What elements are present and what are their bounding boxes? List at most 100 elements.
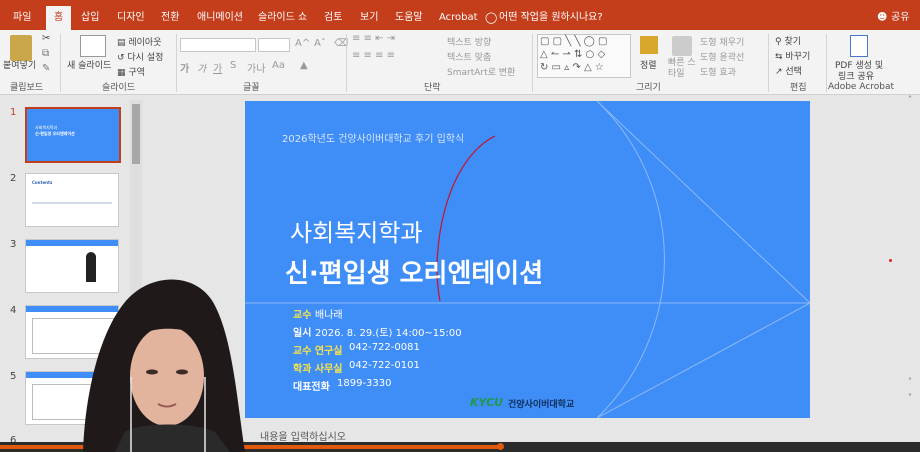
tab-transitions[interactable]: 전환 bbox=[161, 8, 179, 28]
reset-label: 다시 설정 bbox=[127, 53, 164, 63]
webcam-presenter bbox=[83, 279, 245, 452]
replace-button[interactable]: ⇆ 바꾸기 bbox=[775, 49, 810, 62]
select-button[interactable]: ↗ 선택 bbox=[775, 64, 802, 77]
cut-icon[interactable]: ✂ bbox=[42, 33, 50, 44]
slide-number: 3 bbox=[10, 239, 17, 250]
tab-file[interactable]: 파일 bbox=[13, 8, 31, 28]
ribbon-divider bbox=[532, 34, 533, 92]
slide-number: 5 bbox=[10, 371, 17, 382]
layout-label: 레이아웃 bbox=[128, 38, 162, 48]
share-button[interactable]: 공유 bbox=[891, 8, 909, 28]
group-label-font: 글꼴 bbox=[243, 83, 260, 93]
shapes-gallery[interactable]: ▢ ▢ ╲ ╲ ◯ ▢ △ ↼ ⇀ ⇅ ○ ◇ ↻ ▭ ▵ ↷ △ ☆ bbox=[537, 34, 631, 78]
arrange-icon[interactable] bbox=[640, 36, 658, 54]
info-value-dept-office: 042-722-0101 bbox=[349, 360, 420, 371]
tell-me-search[interactable]: 어떤 작업을 원하시나요? bbox=[499, 8, 603, 28]
ribbon-divider bbox=[176, 34, 177, 92]
select-label: 선택 bbox=[785, 67, 802, 77]
tab-design[interactable]: 디자인 bbox=[117, 8, 145, 28]
shape-fill-button[interactable]: 도형 채우기 bbox=[700, 35, 744, 48]
change-case-button[interactable]: Aa bbox=[272, 60, 285, 71]
slide-thumbnail-2[interactable]: Contents bbox=[25, 173, 119, 227]
font-size-box[interactable] bbox=[258, 38, 290, 52]
section-button[interactable]: ▦ 구역 bbox=[117, 65, 145, 78]
slide-thumbnail-1[interactable]: 사회복지학과 신·편입생 오리엔테이션 bbox=[25, 107, 121, 163]
copy-icon[interactable]: ⧉ bbox=[42, 48, 49, 59]
shape-effects-button[interactable]: 도형 효과 bbox=[700, 65, 736, 78]
new-slide-button[interactable]: 새 슬라이드 bbox=[67, 58, 111, 71]
ribbon-divider bbox=[346, 34, 347, 92]
tab-help[interactable]: 도움말 bbox=[395, 8, 423, 28]
paste-button[interactable]: 붙여넣기 bbox=[3, 58, 36, 71]
university-logo-mark: KYCU bbox=[470, 396, 504, 409]
right-scroll-area[interactable]: ˄ ˄ ˅ bbox=[900, 95, 920, 452]
text-direction-button[interactable]: 텍스트 방향 bbox=[447, 35, 491, 48]
group-label-editing: 편집 bbox=[790, 83, 807, 93]
shapes-row-icons: ▢ ▢ ╲ ╲ ◯ ▢ △ ↼ ⇀ ⇅ ○ ◇ ↻ ▭ ▵ ↷ △ ☆ bbox=[540, 36, 608, 73]
strikethrough-button[interactable]: S bbox=[230, 60, 236, 71]
smartart-button[interactable]: SmartArt로 변환 bbox=[447, 65, 515, 78]
thumb-header-bar bbox=[26, 240, 118, 246]
share-link-button[interactable]: 링크 공유 bbox=[838, 69, 874, 82]
scroll-down-icon[interactable]: ˅ bbox=[908, 393, 912, 402]
group-label-paragraph: 단락 bbox=[424, 83, 441, 93]
collapse-ribbon-icon[interactable]: ˄ bbox=[908, 95, 912, 104]
character-spacing-button[interactable]: 가나 bbox=[247, 60, 265, 75]
scroll-up-icon[interactable]: ˄ bbox=[908, 377, 912, 386]
info-value-professor: 배나래 bbox=[315, 310, 343, 321]
slide-year-line: 2026학년도 건양사이버대학교 후기 입학식 bbox=[282, 134, 465, 145]
underline-button[interactable]: 가 bbox=[213, 60, 222, 75]
shape-outline-button[interactable]: 도형 윤곽선 bbox=[700, 50, 744, 63]
slide-canvas[interactable]: 2026학년도 건양사이버대학교 후기 입학식 사회복지학과 신·편입생 오리엔… bbox=[245, 101, 810, 418]
layout-button[interactable]: ▤ 레이아웃 bbox=[117, 35, 162, 48]
tab-slideshow[interactable]: 슬라이드 쇼 bbox=[258, 8, 307, 28]
video-scrubber-handle[interactable] bbox=[497, 443, 504, 450]
tab-acrobat[interactable]: Acrobat bbox=[439, 8, 478, 28]
arrange-button[interactable]: 정렬 bbox=[640, 58, 657, 71]
info-label-professor: 교수 bbox=[293, 310, 312, 321]
notes-pane[interactable]: 내용을 입력하십시오 bbox=[245, 428, 810, 443]
info-value-main-phone: 1899-3330 bbox=[337, 378, 392, 389]
tab-review[interactable]: 검토 bbox=[324, 8, 342, 28]
quick-styles-icon[interactable] bbox=[672, 36, 692, 56]
tab-animations[interactable]: 애니메이션 bbox=[197, 8, 243, 28]
shrink-font-icon[interactable]: Aˇ bbox=[314, 38, 326, 49]
find-label: 찾기 bbox=[784, 37, 802, 47]
tab-insert[interactable]: 삽입 bbox=[81, 8, 99, 28]
group-label-acrobat: Adobe Acrobat bbox=[828, 82, 895, 92]
slide-number: 1 bbox=[10, 107, 17, 118]
info-label-dept-office: 학과 사무실 bbox=[293, 364, 343, 375]
italic-button[interactable]: 가 bbox=[197, 60, 206, 75]
thumb-contents-rule bbox=[32, 202, 112, 204]
ribbon: 붙여넣기 ✂ ⧉ ✎ 클립보드 새 슬라이드 ▤ 레이아웃 ↺ 다시 설정 ▦ … bbox=[0, 30, 920, 95]
university-logo-text: 건양사이버대학교 bbox=[508, 400, 575, 410]
align-icons[interactable]: ≡ ≡ ≡ ≡ bbox=[352, 50, 395, 61]
group-label-drawing: 그리기 bbox=[636, 83, 661, 93]
quick-styles-button[interactable]: 빠른 스타일 bbox=[668, 58, 696, 80]
group-label-slides: 슬라이드 bbox=[102, 83, 136, 93]
ribbon-divider bbox=[826, 34, 827, 92]
find-button[interactable]: ⚲ 찾기 bbox=[775, 34, 801, 47]
tab-view[interactable]: 보기 bbox=[360, 8, 378, 28]
laser-pointer-dot bbox=[889, 259, 892, 262]
thumb-title-line2: 신·편입생 오리엔테이션 bbox=[35, 131, 75, 136]
grow-font-icon[interactable]: A^ bbox=[295, 38, 310, 49]
person-icon: ☻ bbox=[877, 12, 888, 23]
notes-placeholder: 내용을 입력하십시오 bbox=[260, 432, 346, 443]
slide-title-dept: 사회복지학과 bbox=[290, 219, 423, 247]
tab-home[interactable]: 홈 bbox=[46, 6, 72, 30]
font-name-box[interactable] bbox=[180, 38, 256, 52]
font-color-icon[interactable]: ▲ bbox=[300, 60, 308, 71]
new-slide-icon[interactable] bbox=[80, 35, 106, 57]
info-label-date: 일시 bbox=[293, 328, 312, 339]
slide-title-main: 신·편입생 오리엔테이션 bbox=[285, 259, 544, 289]
format-painter-icon[interactable]: ✎ bbox=[42, 63, 50, 74]
section-label: 구역 bbox=[128, 68, 145, 78]
scrollbar-thumb[interactable] bbox=[132, 104, 140, 164]
align-text-button[interactable]: 텍스트 맞춤 bbox=[447, 50, 491, 63]
bold-button[interactable]: 가 bbox=[180, 60, 189, 75]
bullets-icon[interactable]: ≡ ≡ ⇤ ⇥ bbox=[352, 33, 395, 44]
pdf-icon[interactable] bbox=[850, 35, 868, 57]
reset-button[interactable]: ↺ 다시 설정 bbox=[117, 50, 163, 63]
info-value-date: 2026. 8. 29.(토) 14:00~15:00 bbox=[315, 328, 462, 339]
